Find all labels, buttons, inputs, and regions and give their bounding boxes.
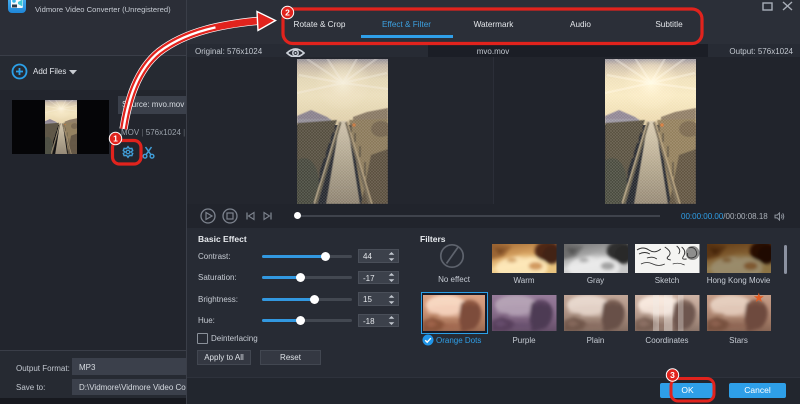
svg-text:2: 2 [285, 8, 290, 18]
svg-text:1: 1 [113, 134, 118, 144]
svg-text:3: 3 [670, 370, 675, 380]
